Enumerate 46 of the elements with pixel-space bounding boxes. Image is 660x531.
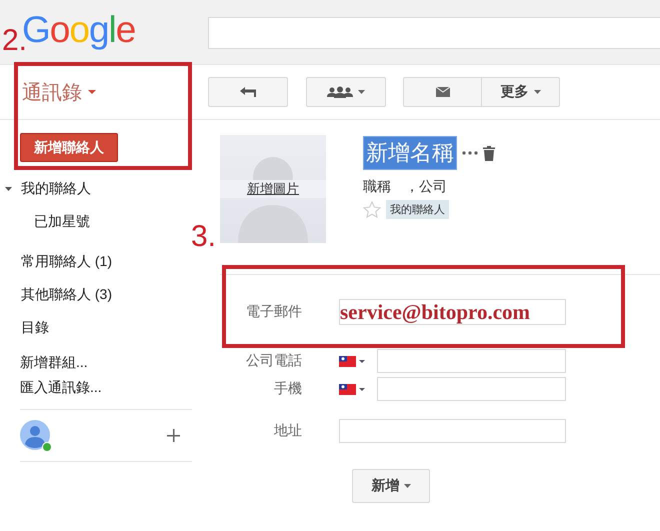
field-label: 手機 xyxy=(273,380,302,398)
input-field[interactable] xyxy=(377,349,566,373)
app-title[interactable]: 通訊錄 xyxy=(22,78,82,106)
caret-icon xyxy=(404,484,410,488)
star-icon[interactable] xyxy=(363,201,381,218)
sidebar-link[interactable]: 匯入通訊錄... xyxy=(20,378,192,397)
step-number: 3. xyxy=(191,222,216,252)
company-field[interactable]: ，公司 xyxy=(405,178,447,196)
sidebar-item[interactable]: 目錄 xyxy=(21,318,49,336)
flag-icon[interactable] xyxy=(339,384,356,394)
group-button[interactable] xyxy=(306,77,386,107)
flag-icon[interactable] xyxy=(339,356,356,366)
email-button[interactable] xyxy=(403,77,482,107)
group-tag[interactable]: 我的聯絡人 xyxy=(386,200,449,219)
plus-icon[interactable] xyxy=(167,429,180,442)
avatar-icon[interactable] xyxy=(20,420,52,452)
field-label: 地址 xyxy=(273,422,302,440)
add-field-button[interactable]: 新增 xyxy=(352,469,430,503)
caret-icon xyxy=(359,360,365,362)
caret-icon xyxy=(534,90,540,94)
caret-icon xyxy=(358,90,365,94)
trash-icon[interactable] xyxy=(483,146,495,160)
new-contact-button[interactable]: 新增聯絡人 xyxy=(20,133,118,162)
sidebar-item[interactable]: 已加星號 xyxy=(34,212,90,230)
caret-icon xyxy=(88,90,96,94)
input-field[interactable] xyxy=(339,419,566,443)
people-icon xyxy=(327,86,353,98)
sidebar-link[interactable]: 新增群組... xyxy=(20,353,192,372)
back-arrow-icon xyxy=(240,87,256,97)
search-field[interactable] xyxy=(208,17,660,49)
more-button[interactable]: 更多 xyxy=(482,77,560,107)
add-photo-link[interactable]: 新增圖片 xyxy=(220,180,326,198)
more-icon[interactable] xyxy=(462,151,478,155)
input-field[interactable]: service@bitopro.com xyxy=(339,299,566,325)
collapse-arrow-icon[interactable] xyxy=(5,185,12,192)
caret-icon xyxy=(359,388,365,390)
envelope-icon xyxy=(436,87,450,97)
name-field[interactable]: 新增名稱 xyxy=(363,136,457,170)
input-field[interactable] xyxy=(377,377,566,401)
field-label: 電子郵件 xyxy=(245,303,302,321)
back-button[interactable] xyxy=(208,77,288,107)
field-label: 公司電話 xyxy=(245,352,302,370)
job-title-field[interactable]: 職稱 xyxy=(363,178,391,196)
sidebar-item[interactable]: 其他聯絡人 (3) xyxy=(21,286,112,304)
sidebar-item[interactable]: 我的聯絡人 xyxy=(21,180,91,198)
sidebar-item[interactable]: 常用聯絡人 (1) xyxy=(21,252,112,270)
